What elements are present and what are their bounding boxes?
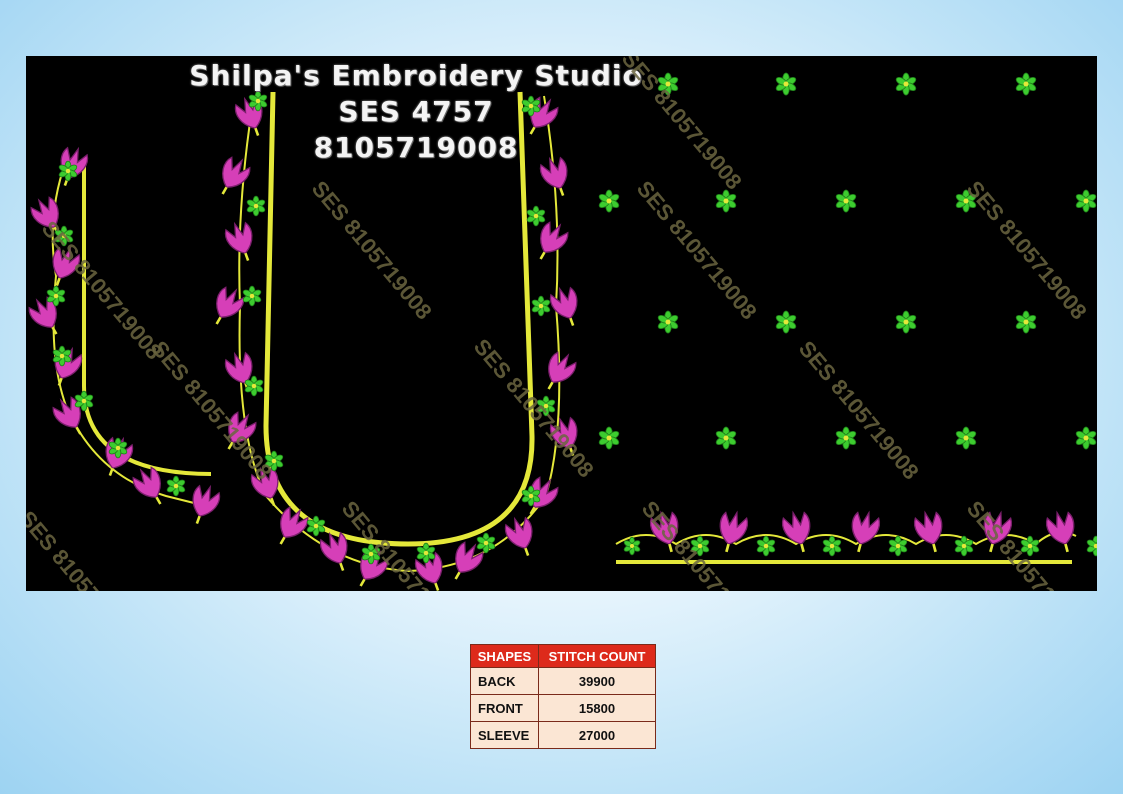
header-shapes: SHAPES xyxy=(470,644,539,668)
count-cell: 15800 xyxy=(538,694,656,722)
tulip-flower-icon xyxy=(913,510,943,553)
leaf-rosette-icon xyxy=(166,475,186,497)
shape-cell: SLEEVE xyxy=(470,721,539,749)
table-header-row: SHAPES STITCH COUNT xyxy=(470,644,656,668)
studio-phone: 8105719008 xyxy=(313,131,519,164)
table-row: SLEEVE 27000 xyxy=(470,721,656,749)
count-cell: 27000 xyxy=(538,721,656,749)
leaf-rosette-icon xyxy=(1015,72,1037,96)
leaf-rosette-icon xyxy=(955,426,977,450)
tulip-flower-icon xyxy=(192,484,221,524)
leaf-rosette-icon xyxy=(1015,310,1037,334)
leaf-rosette-icon xyxy=(1075,426,1097,450)
studio-name: Shilpa's Embroidery Studio xyxy=(189,59,643,92)
leaf-rosette-icon xyxy=(526,205,546,227)
embroidery-design-panel: Shilpa's Embroidery Studio SES 4757 8105… xyxy=(26,56,1097,591)
leaf-rosette-icon xyxy=(598,189,620,213)
design-sheet: Shilpa's Embroidery Studio SES 4757 8105… xyxy=(0,0,1123,794)
leaf-rosette-icon xyxy=(775,72,797,96)
tulip-flower-icon xyxy=(215,286,245,325)
leaf-rosette-icon xyxy=(822,535,842,557)
header-stitch-count: STITCH COUNT xyxy=(538,644,656,668)
leaf-rosette-icon xyxy=(715,426,737,450)
leaf-rosette-icon xyxy=(531,295,551,317)
leaf-rosette-icon xyxy=(835,426,857,450)
design-code: SES 4757 xyxy=(338,95,494,128)
tulip-flower-icon xyxy=(851,510,881,553)
leaf-rosette-icon xyxy=(954,535,974,557)
leaf-rosette-icon xyxy=(895,310,917,334)
leaf-rosette-icon xyxy=(476,532,496,554)
table-row: BACK 39900 xyxy=(470,667,656,695)
tulip-flower-icon xyxy=(279,506,309,545)
tulip-flower-icon xyxy=(504,516,533,556)
leaf-rosette-icon xyxy=(1086,535,1097,557)
leaf-rosette-icon xyxy=(246,195,266,217)
leaf-rosette-icon xyxy=(756,535,776,557)
stitch-count-table-wrap: SHAPES STITCH COUNT BACK 39900 FRONT 158… xyxy=(470,644,656,749)
leaf-rosette-icon xyxy=(835,189,857,213)
leaf-rosette-icon xyxy=(242,285,262,307)
leaf-rosette-icon xyxy=(775,310,797,334)
tulip-flower-icon xyxy=(781,510,811,553)
tulip-flower-icon xyxy=(224,221,253,261)
tulip-flower-icon xyxy=(549,286,578,326)
leaf-rosette-icon xyxy=(657,310,679,334)
leaf-rosette-icon xyxy=(1075,189,1097,213)
shape-cell: FRONT xyxy=(470,694,539,722)
shape-cell: BACK xyxy=(470,667,539,695)
tulip-flower-icon xyxy=(1045,510,1075,553)
front-neckline-outline xyxy=(82,160,212,476)
stitch-count-table: SHAPES STITCH COUNT BACK 39900 FRONT 158… xyxy=(470,644,656,749)
count-cell: 39900 xyxy=(538,667,656,695)
leaf-rosette-icon xyxy=(895,72,917,96)
leaf-rosette-icon xyxy=(598,426,620,450)
tulip-flower-icon xyxy=(719,510,749,553)
table-row: FRONT 15800 xyxy=(470,694,656,722)
studio-title: Shilpa's Embroidery Studio SES 4757 8105… xyxy=(176,58,656,166)
